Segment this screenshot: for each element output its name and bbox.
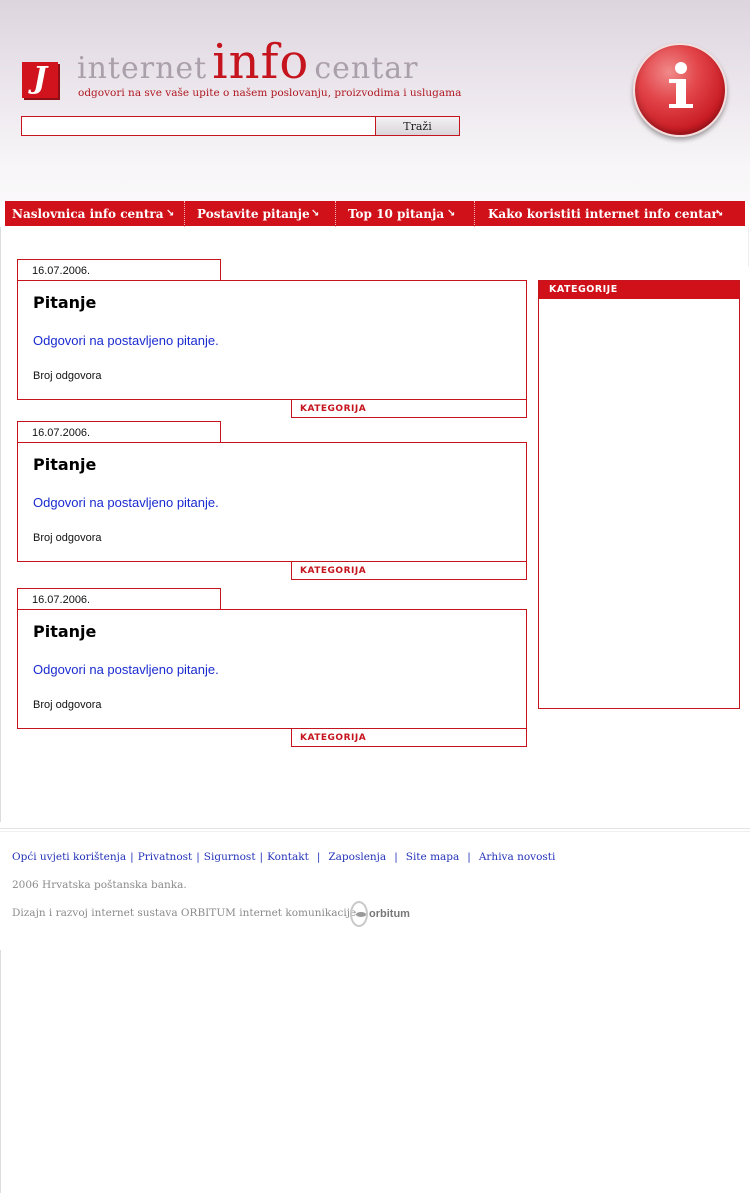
footer-link-privacy[interactable]: Privatnost (138, 851, 193, 863)
footer-separator: | (196, 851, 200, 863)
answer-link[interactable]: Odgovori na postavljeno pitanje. (33, 333, 219, 348)
question-body: Pitanje Odgovori na postavljeno pitanje.… (17, 609, 527, 729)
brand-word-internet: internet (77, 51, 208, 86)
site-tagline: odgovori na sve vaše upite o našem poslo… (78, 87, 462, 99)
footer-divider (0, 828, 750, 832)
credits-text: Dizajn i razvoj internet sustava ORBITUM… (12, 907, 357, 919)
nav-item-label: Top 10 pitanja (348, 207, 445, 221)
orbitum-logo-text: orbitum (369, 908, 410, 920)
orbitum-logo-icon (350, 901, 368, 927)
arrow-down-right-icon: ↘ (311, 208, 320, 219)
footer-link-terms[interactable]: Opći uvjeti korištenja (12, 851, 126, 863)
info-badge-icon (633, 43, 727, 137)
arrow-down-right-icon: ↘ (447, 208, 456, 219)
nav-item-label: Kako koristiti internet info centar (488, 207, 718, 221)
question-title: Pitanje (33, 293, 97, 312)
question-title: Pitanje (33, 622, 97, 641)
question-body: Pitanje Odgovori na postavljeno pitanje.… (17, 442, 527, 562)
category-tab[interactable]: KATEGORIJA (291, 561, 527, 580)
question-card: 16.07.2006. Pitanje Odgovori na postavlj… (17, 588, 527, 748)
question-date: 16.07.2006. (17, 421, 221, 443)
copyright-text: 2006 Hrvatska poštanska banka. (12, 879, 187, 891)
arrow-down-right-icon: ↘ (715, 208, 724, 219)
nav-item-home[interactable]: Naslovnica info centra ↘ (5, 201, 185, 227)
page-header: J internet info centar odgovori na sve v… (0, 0, 750, 201)
footer-links: Opći uvjeti korištenja | Privatnost | Sigurn… (12, 851, 555, 863)
question-body: Pitanje Odgovori na postavljeno pitanje.… (17, 280, 527, 400)
orbitum-logo[interactable]: orbitum (350, 900, 410, 928)
bank-logo-icon[interactable]: J (22, 62, 58, 98)
footer-link-news-archive[interactable]: Arhiva novosti (479, 851, 556, 863)
footer-link-careers[interactable]: Zaposlenja (328, 851, 386, 863)
nav-item-how-to-use[interactable]: Kako koristiti internet info centar ↘ (475, 201, 745, 227)
footer-link-contact[interactable]: Kontakt (267, 851, 309, 863)
question-title: Pitanje (33, 455, 97, 474)
answer-count-label: Broj odgovora (33, 699, 102, 711)
question-date: 16.07.2006. (17, 259, 221, 281)
footer-link-security[interactable]: Sigurnost (204, 851, 256, 863)
category-tab[interactable]: KATEGORIJA (291, 399, 527, 418)
footer-separator: | (467, 851, 471, 863)
footer-separator: | (259, 851, 264, 863)
footer-separator: | (316, 851, 321, 863)
answer-count-label: Broj odgovora (33, 532, 102, 544)
site-brand-title: internet info centar (77, 38, 419, 86)
brand-word-centar: centar (314, 51, 419, 86)
nav-item-label: Naslovnica info centra (12, 207, 164, 221)
answer-count-label: Broj odgovora (33, 370, 102, 382)
sidebar-heading: KATEGORIJE (539, 281, 739, 299)
main-navigation: Naslovnica info centra ↘ Postavite pitan… (5, 201, 745, 227)
footer-separator: | (130, 851, 134, 863)
category-tab[interactable]: KATEGORIJA (291, 728, 527, 747)
arrow-down-right-icon: ↘ (166, 208, 175, 219)
answer-link[interactable]: Odgovori na postavljeno pitanje. (33, 662, 219, 677)
search-button[interactable]: Traži (375, 116, 460, 136)
answer-link[interactable]: Odgovori na postavljeno pitanje. (33, 495, 219, 510)
question-card: 16.07.2006. Pitanje Odgovori na postavlj… (17, 421, 527, 581)
footer-link-sitemap[interactable]: Site mapa (406, 851, 460, 863)
nav-item-label: Postavite pitanje (197, 207, 310, 221)
categories-sidebar: KATEGORIJE (538, 280, 740, 709)
question-card: 16.07.2006. Pitanje Odgovori na postavlj… (17, 259, 527, 419)
search-input[interactable] (21, 116, 376, 136)
nav-item-ask-question[interactable]: Postavite pitanje ↘ (185, 201, 336, 227)
brand-word-info: info (212, 34, 310, 90)
footer-separator: | (394, 851, 398, 863)
nav-item-top10[interactable]: Top 10 pitanja ↘ (336, 201, 475, 227)
question-date: 16.07.2006. (17, 588, 221, 610)
